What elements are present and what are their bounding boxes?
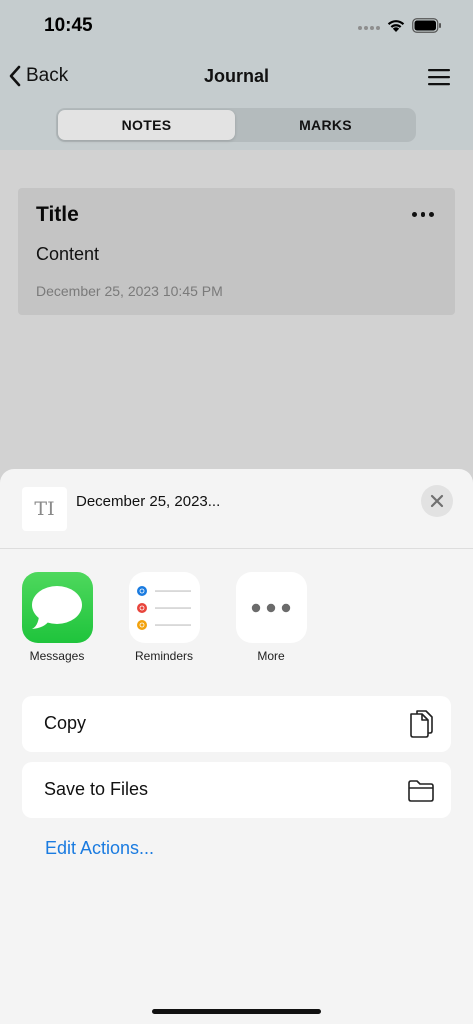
reminders-list-icon <box>137 585 191 630</box>
more-options-icon[interactable] <box>412 212 435 218</box>
share-app-label: More <box>257 649 285 663</box>
home-indicator[interactable] <box>152 1009 321 1014</box>
close-icon <box>430 494 444 508</box>
copy-action-label: Copy <box>44 713 87 733</box>
copy-icon <box>410 710 433 738</box>
share-app-label: Messages <box>29 649 85 663</box>
reminders-app-icon <box>128 572 200 643</box>
share-app-reminders[interactable]: Reminders <box>119 572 209 663</box>
app-header-area: 10:45 Back Journal NOTES MARKS <box>0 0 473 150</box>
screen: 10:45 Back Journal NOTES MARKS Title Con… <box>0 0 473 1024</box>
share-app-label: Reminders <box>134 649 194 663</box>
tab-marks[interactable]: MARKS <box>237 110 414 140</box>
note-date: December 25, 2023 10:45 PM <box>36 283 223 299</box>
share-sheet-header: TI December 25, 2023... <box>0 469 473 549</box>
share-app-messages[interactable]: Messages <box>12 572 102 663</box>
save-to-files-action-label: Save to Files <box>44 779 149 799</box>
note-content: Content <box>36 244 100 264</box>
cellular-signal-icon <box>358 25 380 31</box>
notes-marks-segmented-control: NOTES MARKS <box>56 108 416 142</box>
text-document-icon: TI <box>34 498 55 520</box>
ellipsis-icon <box>251 603 291 612</box>
status-time: 10:45 <box>44 15 93 36</box>
folder-icon <box>408 780 434 802</box>
tab-notes[interactable]: NOTES <box>58 110 235 140</box>
wifi-icon <box>387 20 405 32</box>
text-document-thumbnail: TI <box>22 487 67 531</box>
battery-icon <box>412 18 441 33</box>
share-apps-row: Messages Reminders More <box>0 572 473 672</box>
page-title: Journal <box>203 66 269 86</box>
share-sheet-title: December 25, 2023... <box>76 493 221 510</box>
close-button[interactable] <box>421 485 453 517</box>
speech-bubble-icon <box>32 585 82 629</box>
save-to-files-action[interactable]: Save to Files <box>22 762 451 818</box>
messages-app-icon <box>21 572 93 643</box>
more-app-icon <box>235 572 307 643</box>
edit-actions-link[interactable]: Edit Actions... <box>45 838 154 859</box>
status-bar: 10:45 <box>0 0 473 54</box>
share-sheet: TI December 25, 2023... Messages Reminde… <box>0 469 473 1024</box>
note-card[interactable]: Title Content December 25, 2023 10:45 PM <box>18 188 455 315</box>
share-app-more[interactable]: More <box>226 572 316 663</box>
copy-action[interactable]: Copy <box>22 696 451 752</box>
hamburger-menu-icon[interactable] <box>428 67 450 87</box>
navigation-bar: Back Journal <box>0 54 473 98</box>
note-title: Title <box>36 203 79 226</box>
